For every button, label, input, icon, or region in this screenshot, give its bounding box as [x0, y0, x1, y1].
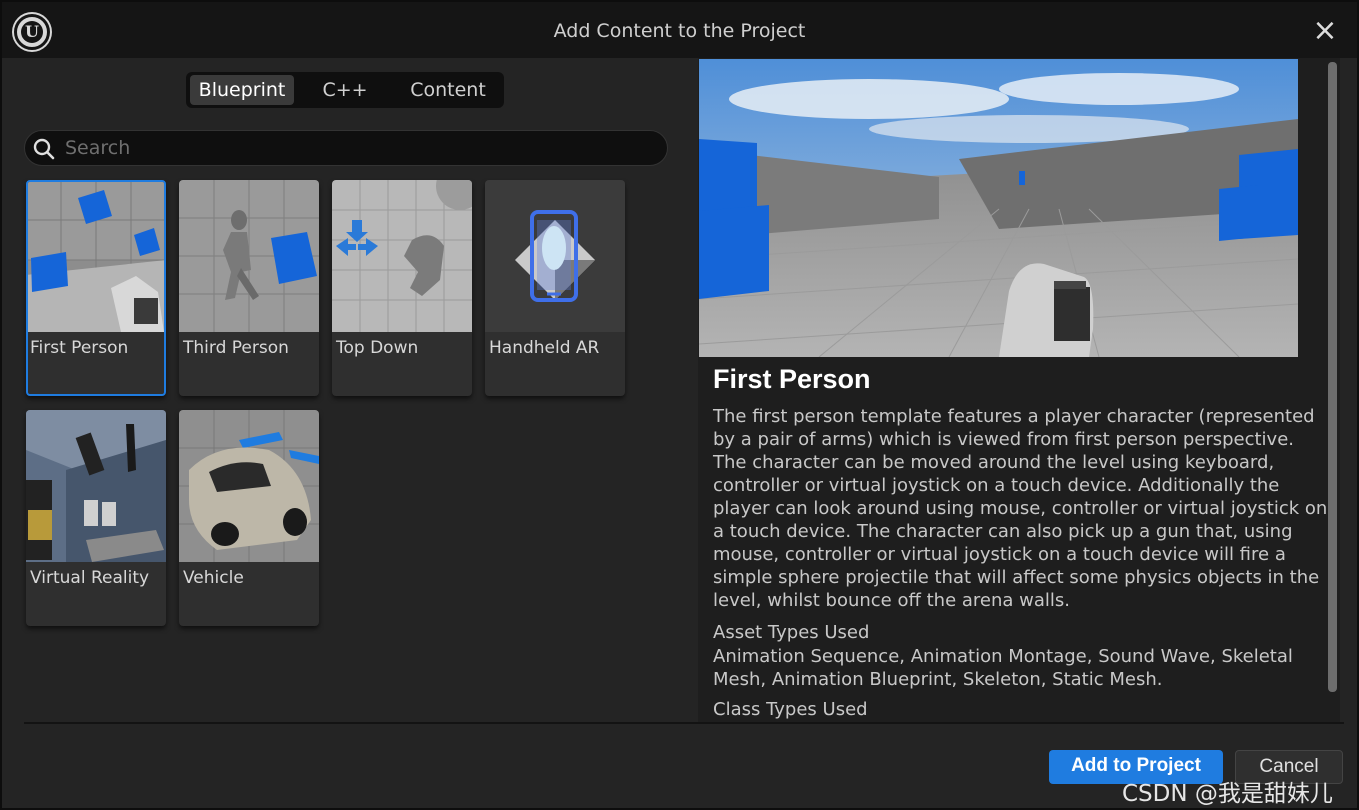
add-content-dialog: U Add Content to the Project × Blueprint… [0, 0, 1359, 810]
footer-divider [24, 722, 1344, 724]
third-person-thumbnail [179, 180, 319, 332]
template-details-panel[interactable]: First Person The first person template f… [698, 58, 1340, 722]
tab-content[interactable]: Content [396, 75, 500, 105]
details-scrollbar[interactable] [1328, 62, 1337, 692]
close-icon[interactable]: × [1310, 16, 1340, 46]
search-icon [33, 138, 55, 160]
title-bar[interactable]: U Add Content to the Project × [2, 2, 1357, 58]
template-label: Virtual Reality [30, 568, 150, 588]
first-person-thumbnail [28, 182, 164, 332]
template-label: Top Down [336, 338, 419, 358]
template-description: The first person template features a pla… [713, 406, 1328, 611]
asset-types-label: Asset Types Used [713, 622, 870, 643]
template-label: Third Person [183, 338, 289, 358]
search-box [24, 130, 668, 166]
template-preview-image [699, 59, 1298, 357]
tab-cpp[interactable]: C++ [300, 75, 390, 105]
template-type-tabs: Blueprint C++ Content [186, 72, 504, 108]
top-down-thumbnail [332, 180, 472, 332]
class-types-label: Class Types Used [713, 699, 868, 720]
template-card-third-person[interactable]: Third Person [179, 180, 319, 396]
asset-types-value: Animation Sequence, Animation Montage, S… [713, 646, 1293, 690]
handheld-ar-thumbnail [485, 180, 625, 332]
virtual-reality-thumbnail [26, 410, 166, 562]
template-title: First Person [713, 364, 871, 394]
template-card-handheld-ar[interactable]: Handheld AR [485, 180, 625, 396]
vehicle-thumbnail [179, 410, 319, 562]
search-input[interactable] [65, 133, 655, 163]
template-label: First Person [30, 338, 129, 358]
template-card-top-down[interactable]: Top Down [332, 180, 472, 396]
template-card-virtual-reality[interactable]: Virtual Reality [26, 410, 166, 626]
template-label: Handheld AR [489, 338, 600, 358]
watermark-text: CSDN @我是甜妹儿 [1122, 781, 1333, 807]
tab-blueprint[interactable]: Blueprint [190, 75, 294, 105]
template-card-vehicle[interactable]: Vehicle [179, 410, 319, 626]
template-label: Vehicle [183, 568, 244, 588]
dialog-title: Add Content to the Project [553, 20, 806, 42]
template-card-first-person[interactable]: First Person [26, 180, 166, 396]
